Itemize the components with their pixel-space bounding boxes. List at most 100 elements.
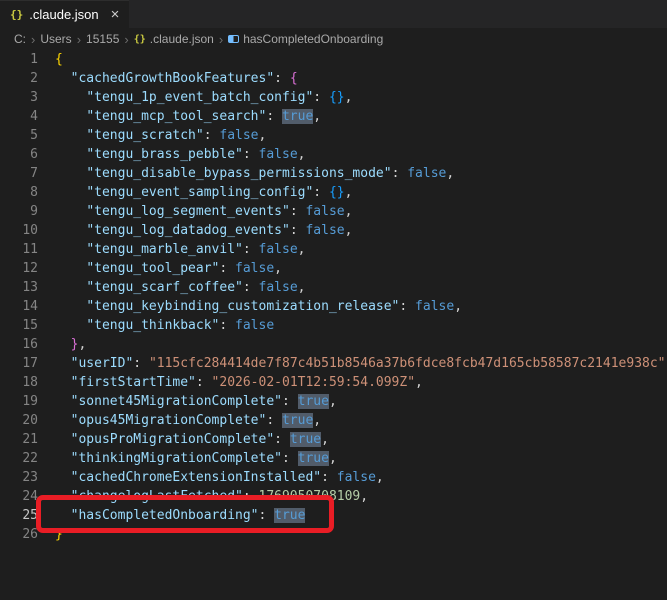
code-text: "changelogLastFetched": 1769050708109, — [55, 487, 368, 506]
code-text: "tengu_scarf_coffee": false, — [55, 278, 305, 297]
code-line[interactable]: 2 "cachedGrowthBookFeatures": { — [0, 69, 667, 88]
line-number[interactable]: 25 — [0, 506, 38, 525]
line-number[interactable]: 9 — [0, 202, 38, 221]
code-text: "tengu_disable_bypass_permissions_mode":… — [55, 164, 454, 183]
line-number[interactable]: 1 — [0, 50, 38, 69]
line-number[interactable]: 6 — [0, 145, 38, 164]
breadcrumb-separator: › — [124, 32, 128, 47]
code-line[interactable]: 24 "changelogLastFetched": 1769050708109… — [0, 487, 667, 506]
code-line[interactable]: 13 "tengu_scarf_coffee": false, — [0, 278, 667, 297]
code-text: "tengu_keybinding_customization_release"… — [55, 297, 462, 316]
code-line[interactable]: 26} — [0, 525, 667, 544]
code-text: "tengu_log_segment_events": false, — [55, 202, 352, 221]
editor[interactable]: 1{2 "cachedGrowthBookFeatures": {3 "teng… — [0, 50, 667, 600]
line-number[interactable]: 4 — [0, 107, 38, 126]
code-line[interactable]: 23 "cachedChromeExtensionInstalled": fal… — [0, 468, 667, 487]
breadcrumb-label: 15155 — [86, 32, 119, 46]
code-text: "tengu_tool_pear": false, — [55, 259, 282, 278]
code-line[interactable]: 7 "tengu_disable_bypass_permissions_mode… — [0, 164, 667, 183]
code-line[interactable]: 21 "opusProMigrationComplete": true, — [0, 430, 667, 449]
code-line[interactable]: 16 }, — [0, 335, 667, 354]
breadcrumb-item-users[interactable]: Users — [40, 32, 71, 46]
code-line[interactable]: 5 "tengu_scratch": false, — [0, 126, 667, 145]
code-line[interactable]: 1{ — [0, 50, 667, 69]
code-text: } — [55, 525, 63, 544]
breadcrumb-separator: › — [31, 32, 35, 47]
code-line[interactable]: 15 "tengu_thinkback": false — [0, 316, 667, 335]
line-number[interactable]: 7 — [0, 164, 38, 183]
line-number[interactable]: 20 — [0, 411, 38, 430]
code-text: "tengu_log_datadog_events": false, — [55, 221, 352, 240]
code-line[interactable]: 20 "opus45MigrationComplete": true, — [0, 411, 667, 430]
code-text: "opusProMigrationComplete": true, — [55, 430, 329, 449]
breadcrumb-label: hasCompletedOnboarding — [243, 32, 383, 46]
breadcrumb-item-c[interactable]: C: — [14, 32, 26, 46]
code-text: "tengu_brass_pebble": false, — [55, 145, 305, 164]
code-text: "opus45MigrationComplete": true, — [55, 411, 321, 430]
line-number[interactable]: 12 — [0, 259, 38, 278]
code-text: "sonnet45MigrationComplete": true, — [55, 392, 337, 411]
tab-close-icon[interactable]: × — [111, 7, 120, 22]
code-text: "hasCompletedOnboarding": true — [55, 506, 305, 525]
breadcrumb-separator: › — [77, 32, 81, 47]
line-number[interactable]: 14 — [0, 297, 38, 316]
code-line[interactable]: 9 "tengu_log_segment_events": false, — [0, 202, 667, 221]
symbol-boolean-icon — [228, 35, 239, 43]
line-number[interactable]: 22 — [0, 449, 38, 468]
code-text: "thinkingMigrationComplete": true, — [55, 449, 337, 468]
code-line[interactable]: 11 "tengu_marble_anvil": false, — [0, 240, 667, 259]
line-number[interactable]: 10 — [0, 221, 38, 240]
code-line[interactable]: 3 "tengu_1p_event_batch_config": {}, — [0, 88, 667, 107]
code-text: "tengu_scratch": false, — [55, 126, 266, 145]
code-line[interactable]: 25 "hasCompletedOnboarding": true — [0, 506, 667, 525]
code-line[interactable]: 17 "userID": "115cfc284414de7f87c4b51b85… — [0, 354, 667, 373]
line-number[interactable]: 19 — [0, 392, 38, 411]
line-number[interactable]: 2 — [0, 69, 38, 88]
code-text: { — [55, 50, 63, 69]
code-text: "tengu_event_sampling_config": {}, — [55, 183, 352, 202]
line-number[interactable]: 24 — [0, 487, 38, 506]
breadcrumb-item-hascompletedonboarding[interactable]: hasCompletedOnboarding — [228, 32, 383, 46]
breadcrumb-label: Users — [40, 32, 71, 46]
code-line[interactable]: 8 "tengu_event_sampling_config": {}, — [0, 183, 667, 202]
line-number[interactable]: 3 — [0, 88, 38, 107]
code-line[interactable]: 19 "sonnet45MigrationComplete": true, — [0, 392, 667, 411]
code-line[interactable]: 22 "thinkingMigrationComplete": true, — [0, 449, 667, 468]
line-number[interactable]: 16 — [0, 335, 38, 354]
line-number[interactable]: 18 — [0, 373, 38, 392]
json-file-icon: {} — [10, 8, 23, 21]
line-number[interactable]: 23 — [0, 468, 38, 487]
code-line[interactable]: 6 "tengu_brass_pebble": false, — [0, 145, 667, 164]
code-lines: 1{2 "cachedGrowthBookFeatures": {3 "teng… — [0, 50, 667, 544]
line-number[interactable]: 21 — [0, 430, 38, 449]
breadcrumb-label: C: — [14, 32, 26, 46]
code-text: }, — [55, 335, 86, 354]
code-text: "tengu_mcp_tool_search": true, — [55, 107, 321, 126]
code-text: "firstStartTime": "2026-02-01T12:59:54.0… — [55, 373, 423, 392]
code-text: "tengu_1p_event_batch_config": {}, — [55, 88, 352, 107]
line-number[interactable]: 8 — [0, 183, 38, 202]
code-text: "tengu_marble_anvil": false, — [55, 240, 305, 259]
tab-label: .claude.json — [29, 7, 98, 22]
code-line[interactable]: 4 "tengu_mcp_tool_search": true, — [0, 107, 667, 126]
code-line[interactable]: 12 "tengu_tool_pear": false, — [0, 259, 667, 278]
breadcrumb-item-claude-json[interactable]: {}.claude.json — [134, 32, 214, 46]
line-number[interactable]: 15 — [0, 316, 38, 335]
tab-claude-json[interactable]: {} .claude.json × — [0, 0, 129, 28]
line-number[interactable]: 17 — [0, 354, 38, 373]
breadcrumb-item-15155[interactable]: 15155 — [86, 32, 119, 46]
breadcrumb: C: › Users › 15155 › {}.claude.json › hasComplet… — [0, 28, 667, 50]
line-number[interactable]: 11 — [0, 240, 38, 259]
json-file-icon: {} — [134, 34, 146, 45]
tab-bar: {} .claude.json × — [0, 0, 667, 28]
code-text: "cachedGrowthBookFeatures": { — [55, 69, 298, 88]
breadcrumb-separator: › — [219, 32, 223, 47]
code-line[interactable]: 18 "firstStartTime": "2026-02-01T12:59:5… — [0, 373, 667, 392]
line-number[interactable]: 5 — [0, 126, 38, 145]
line-number[interactable]: 26 — [0, 525, 38, 544]
vscode-window: {} .claude.json × C:›Users›15155›{}.clau… — [0, 0, 667, 600]
code-line[interactable]: 14 "tengu_keybinding_customization_relea… — [0, 297, 667, 316]
line-number[interactable]: 13 — [0, 278, 38, 297]
code-text: "userID": "115cfc284414de7f87c4b51b8546a… — [55, 354, 667, 373]
code-line[interactable]: 10 "tengu_log_datadog_events": false, — [0, 221, 667, 240]
